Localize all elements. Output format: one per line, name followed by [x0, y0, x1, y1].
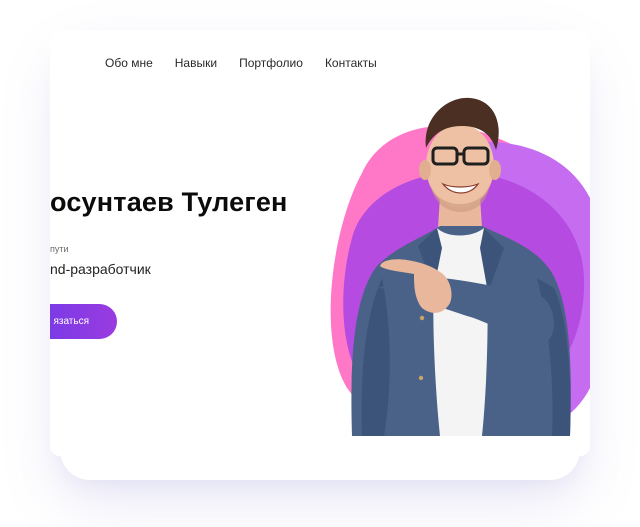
nav-item-portfolio[interactable]: Портфолио	[239, 56, 303, 70]
hero-role: nd-разработчик	[50, 261, 151, 277]
hero-kicker: пути	[50, 244, 69, 254]
nav-item-contacts[interactable]: Контакты	[325, 56, 377, 70]
page: Обо мне Навыки Портфолио Контакты осунта…	[0, 0, 640, 527]
hero-name: осунтаев Тулеген	[50, 187, 288, 217]
nav-item-about[interactable]: Обо мне	[105, 56, 153, 70]
nav-item-skills[interactable]: Навыки	[175, 56, 217, 70]
contact-button[interactable]: язаться	[50, 304, 117, 339]
hero-card: Обо мне Навыки Портфолио Контакты осунта…	[50, 30, 590, 456]
hero-illustration	[330, 97, 590, 436]
main-nav: Обо мне Навыки Портфолио Контакты	[105, 56, 377, 70]
